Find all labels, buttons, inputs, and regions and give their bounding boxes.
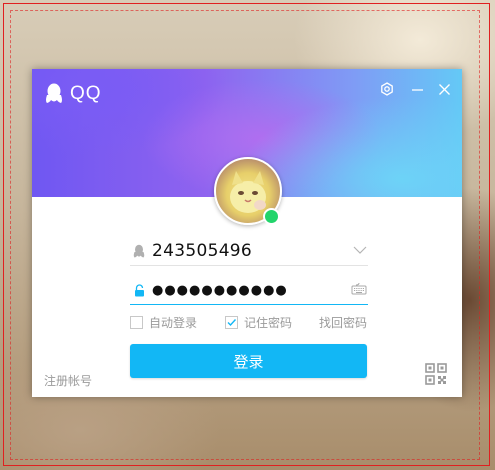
remember-password-box[interactable] — [225, 316, 238, 329]
gear-icon — [381, 82, 393, 96]
settings-button[interactable] — [376, 78, 398, 100]
password-field[interactable]: ●●●●●●●●●●● — [130, 276, 368, 305]
qq-login-window: QQ 243505496 ●●●●●●●●●●● 自动登录 记住密码 找回密码 … — [32, 69, 462, 397]
online-status-indicator — [263, 208, 280, 225]
account-input[interactable]: 243505496 — [152, 241, 252, 261]
qr-code-icon — [425, 363, 447, 385]
auto-login-label: 自动登录 — [149, 316, 198, 330]
auto-login-box[interactable] — [130, 316, 143, 329]
qr-login-button[interactable] — [425, 363, 447, 385]
register-account-link[interactable]: 注册帐号 — [44, 372, 92, 389]
password-input[interactable]: ●●●●●●●●●●● — [152, 283, 288, 298]
app-name: QQ — [70, 83, 102, 104]
soft-keyboard-button[interactable] — [350, 281, 368, 297]
close-icon — [438, 83, 450, 95]
account-field[interactable]: 243505496 — [130, 237, 368, 266]
remember-password-label: 记住密码 — [244, 316, 293, 330]
chevron-down-icon — [353, 246, 367, 254]
auto-login-checkbox[interactable]: 自动登录 — [130, 314, 197, 331]
app-logo: QQ — [44, 82, 102, 106]
penguin-silhouette-icon — [130, 244, 148, 259]
checkmark-icon — [227, 319, 237, 327]
keyboard-icon — [351, 283, 367, 295]
qq-penguin-icon — [46, 83, 62, 103]
forgot-password-link[interactable]: 找回密码 — [319, 314, 367, 331]
lock-icon — [130, 283, 148, 297]
login-button[interactable]: 登录 — [130, 344, 367, 378]
remember-password-checkbox[interactable]: 记住密码 — [225, 314, 292, 331]
minimize-icon — [411, 88, 423, 91]
close-button[interactable] — [433, 78, 455, 100]
login-options: 自动登录 记住密码 找回密码 — [130, 314, 370, 330]
account-history-dropdown[interactable] — [352, 243, 368, 257]
minimize-button[interactable] — [406, 78, 428, 100]
